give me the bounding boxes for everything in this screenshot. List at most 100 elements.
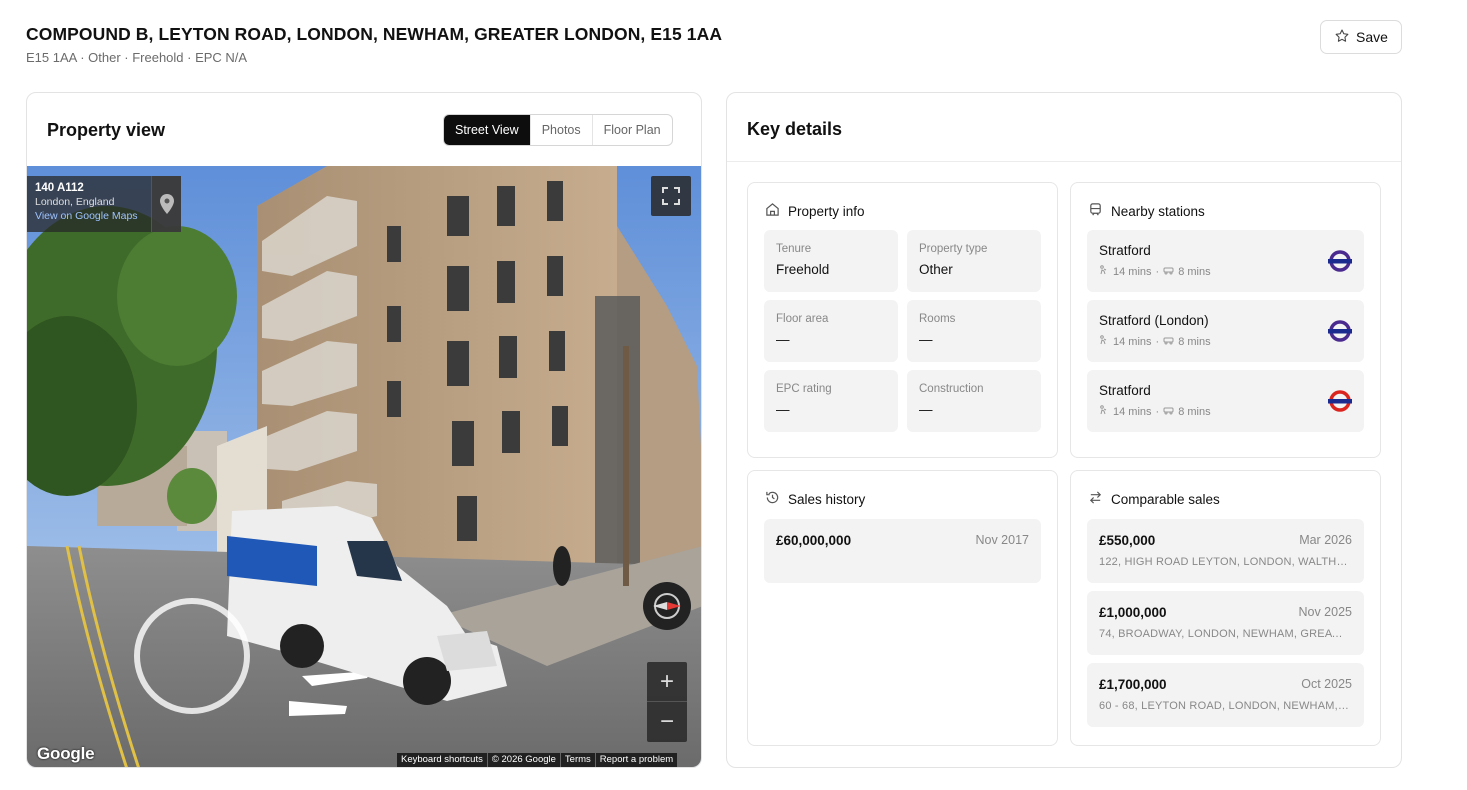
car-icon (1163, 265, 1174, 278)
underground-roundel-icon (1328, 250, 1352, 272)
home-icon (765, 202, 780, 220)
tile-value: — (776, 402, 790, 417)
view-tabs: Street View Photos Floor Plan (443, 114, 673, 146)
tile-label: Property type (919, 243, 988, 255)
tile-property-type: Property type Other (907, 230, 1041, 292)
tile-value: — (919, 332, 933, 347)
walk-icon (1099, 335, 1109, 348)
property-info-title: Property info (788, 203, 865, 219)
fullscreen-icon[interactable] (651, 176, 691, 216)
compass-icon[interactable] (643, 582, 691, 630)
copyright-text: © 2026 Google (486, 753, 560, 767)
underground-roundel-icon (1328, 320, 1352, 342)
sale-date: Oct 2025 (1301, 677, 1352, 691)
tab-street-view[interactable]: Street View (444, 115, 530, 145)
tile-construction: Construction — (907, 370, 1041, 432)
separator-dot: · (1155, 405, 1160, 418)
tile-label: Rooms (919, 313, 956, 325)
sale-date: Nov 2017 (975, 533, 1029, 547)
tab-floor-plan[interactable]: Floor Plan (591, 115, 672, 145)
street-view-panorama[interactable]: 140 A112 London, England View on Google … (27, 166, 701, 767)
tile-value: Other (919, 262, 953, 277)
station-item[interactable]: Stratford 14 mins · 8 mins (1087, 370, 1364, 432)
sale-date: Mar 2026 (1299, 533, 1352, 547)
tile-tenure: Tenure Freehold (764, 230, 898, 292)
tile-label: Floor area (776, 313, 829, 325)
nearby-stations-panel: Nearby stations Stratford 14 mins · 8 mins S… (1070, 182, 1381, 458)
keyboard-shortcuts-link[interactable]: Keyboard shortcuts (397, 753, 487, 767)
save-button[interactable]: Save (1320, 20, 1402, 54)
nearby-stations-title: Nearby stations (1111, 203, 1205, 219)
tile-label: EPC rating (776, 383, 832, 395)
google-logo: Google (37, 744, 95, 763)
walk-time: 14 mins (1113, 335, 1152, 348)
tile-label: Construction (919, 383, 984, 395)
station-times: 14 mins · 8 mins (1099, 405, 1211, 418)
swap-icon (1088, 490, 1103, 508)
comparable-sale-item[interactable]: £550,000 Mar 2026 122, HIGH ROAD LEYTON, L… (1087, 519, 1364, 583)
tile-value: Freehold (776, 262, 830, 277)
walk-time: 14 mins (1113, 265, 1152, 278)
comparable-sale-item[interactable]: £1,700,000 Oct 2025 60 - 68, LEYTON ROAD, … (1087, 663, 1364, 727)
tab-photos[interactable]: Photos (529, 115, 592, 145)
key-details-title: Key details (747, 119, 843, 139)
station-item[interactable]: Stratford (London) 14 mins · 8 mins (1087, 300, 1364, 362)
street-view-image (27, 166, 701, 767)
walk-icon (1099, 265, 1109, 278)
property-view-title: Property view (47, 120, 166, 140)
drive-time: 8 mins (1178, 265, 1211, 278)
street-view-footer: Keyboard shortcuts © 2026 Google Terms R… (397, 753, 678, 767)
car-icon (1163, 335, 1174, 348)
property-view-card: Property view Street View Photos Floor P… (26, 92, 702, 768)
car-icon (1163, 405, 1174, 418)
property-info-panel: Property info Tenure Freehold Property t… (747, 182, 1058, 458)
zoom-out-button[interactable]: − (647, 702, 687, 742)
station-item[interactable]: Stratford 14 mins · 8 mins (1087, 230, 1364, 292)
tile-floor-area: Floor area — (764, 300, 898, 362)
sale-price: £60,000,000 (776, 533, 852, 548)
underground-roundel-icon (1328, 390, 1352, 412)
station-times: 14 mins · 8 mins (1099, 335, 1211, 348)
separator-dot: · (1155, 265, 1160, 278)
key-details-card: Key details Property info Tenure Freehol… (726, 92, 1402, 768)
comparable-sales-title: Comparable sales (1111, 491, 1220, 507)
tile-rooms: Rooms — (907, 300, 1041, 362)
zoom-in-button[interactable]: + (647, 662, 687, 702)
save-label: Save (1356, 29, 1388, 45)
station-name: Stratford (London) (1099, 313, 1209, 328)
sale-price: £1,000,000 (1099, 605, 1167, 620)
sale-address: 74, BROADWAY, LONDON, NEWHAM, GREATER LO… (1099, 628, 1349, 640)
tile-value: — (776, 332, 790, 347)
zoom-controls: + − (647, 662, 687, 742)
walk-icon (1099, 405, 1109, 418)
tile-value: — (919, 402, 933, 417)
train-icon (1088, 202, 1103, 220)
comparable-sale-item[interactable]: £1,000,000 Nov 2025 74, BROADWAY, LONDON, … (1087, 591, 1364, 655)
drive-time: 8 mins (1178, 405, 1211, 418)
sales-history-title: Sales history (788, 491, 866, 507)
walk-time: 14 mins (1113, 405, 1152, 418)
station-name: Stratford (1099, 243, 1151, 258)
history-icon (765, 490, 780, 508)
star-icon (1334, 28, 1350, 47)
comparable-sales-panel: Comparable sales £550,000 Mar 2026 122, HI… (1070, 470, 1381, 746)
drive-time: 8 mins (1178, 335, 1211, 348)
divider (727, 161, 1401, 162)
terms-link[interactable]: Terms (559, 753, 595, 767)
sale-price: £550,000 (1099, 533, 1156, 548)
station-times: 14 mins · 8 mins (1099, 265, 1211, 278)
sale-address: 122, HIGH ROAD LEYTON, LONDON, WALTHAM F… (1099, 556, 1349, 568)
sale-date: Nov 2025 (1298, 605, 1352, 619)
report-problem-link[interactable]: Report a problem (594, 753, 677, 767)
sale-address: 60 - 68, LEYTON ROAD, LONDON, NEWHAM, GR… (1099, 700, 1349, 712)
tile-label: Tenure (776, 243, 812, 255)
separator-dot: · (1155, 335, 1160, 348)
station-name: Stratford (1099, 383, 1151, 398)
sales-history-panel: Sales history £60,000,000 Nov 2017 (747, 470, 1058, 746)
sale-price: £1,700,000 (1099, 677, 1167, 692)
map-pin-icon[interactable] (151, 176, 181, 232)
sale-history-item: £60,000,000 Nov 2017 (764, 519, 1041, 583)
tile-epc-rating: EPC rating — (764, 370, 898, 432)
page-subtitle: E15 1AA · Other · Freehold · EPC N/A (26, 50, 248, 65)
page-title: COMPOUND B, LEYTON ROAD, LONDON, NEWHAM,… (26, 24, 723, 44)
